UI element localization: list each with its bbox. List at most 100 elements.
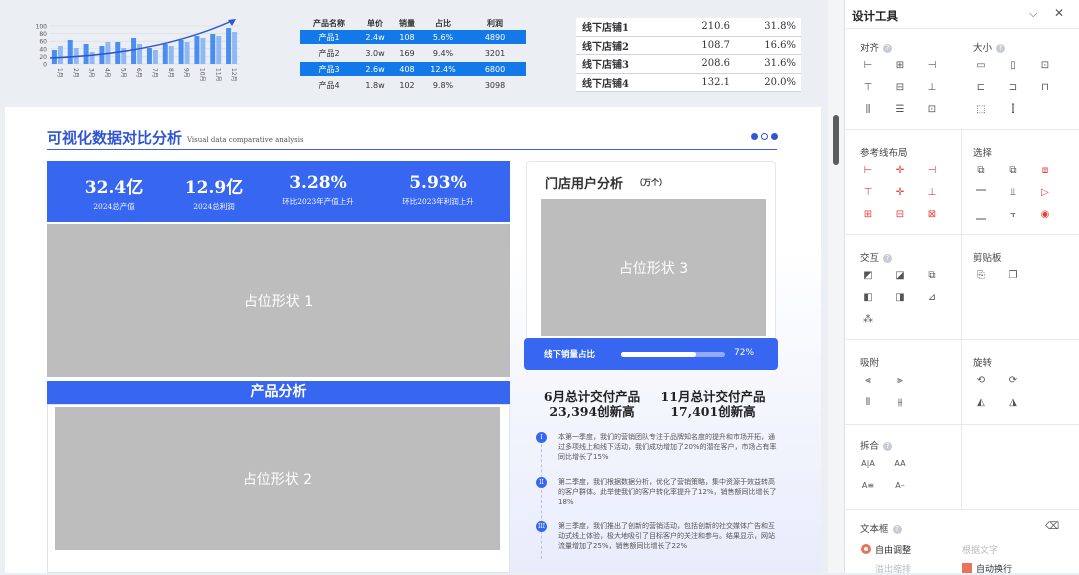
placeholder-shape-3[interactable]: 占位形状 3 — [541, 199, 766, 336]
align-left-icon[interactable]: ⊢ — [861, 59, 875, 73]
align-right-icon[interactable]: ⊣ — [925, 59, 939, 73]
distribute-grid-icon[interactable]: ⊡ — [925, 103, 939, 117]
flip-v-icon[interactable]: ◮ — [1006, 396, 1020, 410]
nov-delivery-stat[interactable]: 11月总计交付产品 17,401创新高 — [653, 389, 773, 419]
chevron-down-icon[interactable]: ⌵ — [1029, 7, 1037, 21]
fragment-icon[interactable]: ⧉ — [925, 269, 939, 283]
split-icon[interactable]: ⁂ — [861, 313, 875, 327]
same-size-icon[interactable]: ⊡ — [1038, 59, 1052, 73]
section-guide: 参考线布局 — [860, 145, 908, 159]
chart-bar — [184, 42, 190, 64]
select-line-icon[interactable]: ⎽ — [974, 208, 988, 222]
header-cell: 销量 — [399, 18, 415, 28]
copy-icon[interactable]: ❐ — [1006, 269, 1020, 283]
table-row: 线下店铺2 108.7 16.6% — [576, 37, 801, 55]
snap-icon[interactable]: ⫸ — [893, 374, 907, 388]
align-middle-icon[interactable]: ⊟ — [893, 81, 907, 95]
placeholder-shape-1[interactable]: 占位形状 1 — [47, 224, 510, 377]
slide-title[interactable]: 可视化数据对比分析 — [47, 127, 182, 148]
select-same-icon[interactable]: ⧉ — [1006, 164, 1020, 178]
deco-dot — [761, 133, 768, 140]
select-shape-icon[interactable]: ⧈ — [1038, 164, 1052, 178]
help-icon[interactable]: ? — [996, 44, 1006, 53]
chart-bar — [57, 46, 63, 64]
placeholder-shape-2[interactable]: 占位形状 2 — [55, 407, 500, 550]
table-cell: 4890 — [484, 32, 506, 42]
size-icon[interactable]: ⊐ — [1006, 81, 1020, 95]
guide-left-icon[interactable]: ⊢ — [861, 164, 875, 178]
guide-center-icon[interactable]: ✛ — [893, 164, 907, 178]
panel-title: 设计工具 — [852, 9, 898, 23]
flip-h-icon[interactable]: ◭ — [974, 396, 988, 410]
align-top-icon[interactable]: ⊤ — [861, 81, 875, 95]
intersect-icon[interactable]: ◧ — [861, 291, 875, 305]
x-tick-label: 4月 — [103, 68, 110, 78]
store-card-title[interactable]: 门店用户分析 — [545, 173, 623, 192]
distribute-h-icon[interactable]: ⫼ — [861, 103, 875, 117]
same-height-icon[interactable]: ▯ — [1006, 59, 1020, 73]
select-same-icon[interactable]: ⧉ — [974, 164, 988, 178]
offline-sales-progress[interactable]: 线下销量占比 72% — [524, 338, 778, 370]
rotate-left-icon[interactable]: ⟲ — [974, 374, 988, 388]
help-icon[interactable]: ? — [883, 442, 893, 451]
autofit-free-radio[interactable]: 自由调整 — [861, 543, 911, 556]
select-line-icon[interactable]: ⫫ — [1006, 186, 1020, 200]
chart-bar — [232, 32, 238, 64]
section-clipboard: 剪贴板 — [973, 250, 1002, 264]
guide-middle-icon[interactable]: ✛ — [893, 186, 907, 200]
close-icon[interactable]: ✕ — [1054, 6, 1064, 20]
scrollbar-thumb[interactable] — [833, 115, 839, 165]
slide-canvas[interactable]: 可视化数据对比分析 Visual data comparative analys… — [5, 107, 821, 573]
kpi-item: 5.93% 环比2023年利润上升 — [383, 173, 493, 207]
guide-right-icon[interactable]: ⊣ — [925, 164, 939, 178]
size-icon[interactable]: ⫿ — [1006, 103, 1020, 117]
slide-subtitle[interactable]: Visual data comparative analysis — [187, 136, 304, 144]
kpi-label: 环比2023年利润上升 — [402, 197, 474, 206]
canvas-scrollbar[interactable] — [828, 0, 844, 573]
guide-bottom-icon[interactable]: ⊥ — [925, 186, 939, 200]
align-center-h-icon[interactable]: ⊞ — [893, 59, 907, 73]
guide-grid-icon[interactable]: ⊠ — [925, 208, 939, 222]
size-icon[interactable]: ⬚ — [974, 103, 988, 117]
same-width-icon[interactable]: ▭ — [974, 59, 988, 73]
table-row: 产品2 3.0w 169 9.4% 3201 — [300, 46, 526, 60]
edit-points-icon[interactable]: ⊿ — [925, 291, 939, 305]
size-icon[interactable]: ⊏ — [974, 81, 988, 95]
select-eye-icon[interactable]: ◉ — [1038, 208, 1052, 222]
combine-icon[interactable]: ◪ — [893, 269, 907, 283]
snap-icon[interactable]: ⫵ — [893, 396, 907, 410]
help-icon[interactable]: ? — [892, 525, 902, 534]
timeline-number: II — [536, 477, 547, 488]
auto-wrap-checkbox[interactable]: 自动换行 — [962, 562, 1012, 575]
kpi-banner[interactable]: 32.4亿 2024总产值 12.9亿 2024总利润 3.28% 环比2023… — [47, 161, 510, 222]
x-tick-label: 10月 — [198, 68, 205, 82]
option-label: 自动换行 — [976, 565, 1013, 575]
select-line-icon[interactable]: ⎻ — [974, 186, 988, 200]
select-arrow-icon[interactable]: ▷ — [1038, 186, 1052, 200]
guide-top-icon[interactable]: ⊤ — [861, 186, 875, 200]
product-section-title[interactable]: 产品分析 — [47, 381, 510, 404]
snap-icon[interactable]: ⫴ — [861, 396, 875, 410]
overflow-shrink-radio[interactable]: 溢出缩排 — [875, 562, 911, 575]
merge-text-icon[interactable]: AA — [893, 457, 907, 471]
rotate-right-icon[interactable]: ⟳ — [1006, 374, 1020, 388]
kpi-value: 32.4亿 — [84, 178, 144, 198]
snap-icon[interactable]: ⫷ — [861, 374, 875, 388]
autofit-text-radio[interactable]: 根据文字 — [962, 543, 998, 556]
subtract-icon[interactable]: ◨ — [893, 291, 907, 305]
merge-lines-icon[interactable]: A– — [893, 479, 907, 493]
eraser-icon[interactable]: ⌫ — [1045, 520, 1059, 534]
select-line-icon[interactable]: ⫟ — [1006, 208, 1020, 222]
align-bottom-icon[interactable]: ⊥ — [925, 81, 939, 95]
size-icon[interactable]: ⊓ — [1038, 81, 1052, 95]
paste-icon[interactable]: ⎘ — [974, 269, 988, 283]
split-text-icon[interactable]: A|A — [861, 457, 875, 471]
guide-grid-icon[interactable]: ⊟ — [893, 208, 907, 222]
distribute-v-icon[interactable]: ☰ — [893, 103, 907, 117]
split-lines-icon[interactable]: A≡ — [861, 479, 875, 493]
guide-grid-icon[interactable]: ⊞ — [861, 208, 875, 222]
union-icon[interactable]: ◩ — [861, 269, 875, 283]
help-icon[interactable]: ? — [883, 254, 893, 263]
june-delivery-stat[interactable]: 6月总计交付产品 23,394创新高 — [532, 389, 652, 419]
help-icon[interactable]: ? — [883, 44, 893, 53]
